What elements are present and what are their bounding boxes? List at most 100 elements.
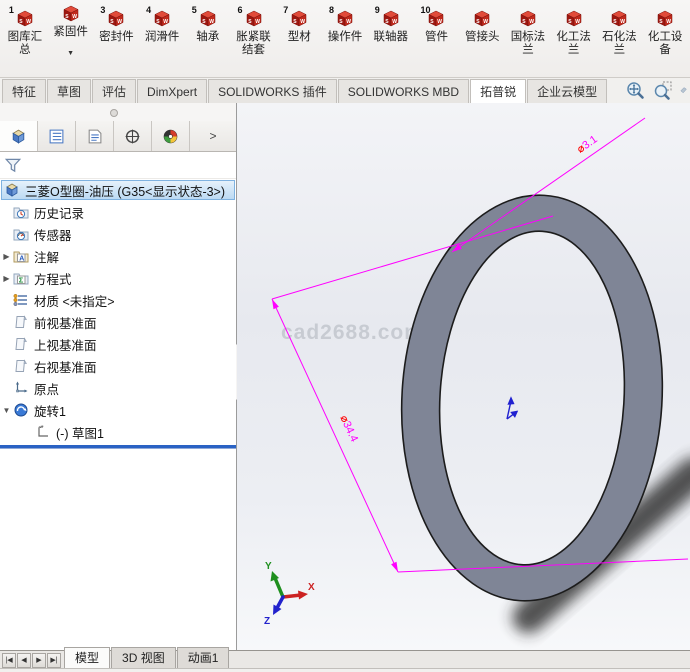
- svg-text:W: W: [26, 19, 31, 25]
- tree-item-label: 历史记录: [34, 203, 84, 222]
- swcube-icon: SW: [656, 10, 674, 28]
- swcube-icon: SW: [62, 5, 80, 23]
- toolbar-item[interactable]: SW 国标法兰: [505, 3, 551, 57]
- nav-button[interactable]: ▶|: [47, 653, 61, 668]
- filter-funnel-icon[interactable]: [4, 156, 22, 174]
- svg-text:W: W: [209, 19, 214, 25]
- nav-button[interactable]: |◀: [2, 653, 16, 668]
- rollback-bar[interactable]: [0, 445, 236, 448]
- plane-icon: [13, 336, 30, 352]
- toolbar-item-label: 国标法兰: [511, 31, 546, 57]
- ribbon-tab[interactable]: SOLIDWORKS 插件: [208, 79, 337, 103]
- svg-text:W: W: [529, 19, 534, 25]
- tree-item[interactable]: 前视基准面: [0, 311, 236, 333]
- graphics-viewport[interactable]: cad2688.com ⌀3.1 ⌀34.4: [237, 103, 690, 650]
- ribbon-tab[interactable]: 企业云模型: [527, 79, 607, 103]
- keytip-number: 3: [100, 5, 105, 15]
- tab-featuremanager[interactable]: [0, 121, 38, 151]
- expand-arrow-icon[interactable]: ▶: [0, 252, 13, 261]
- tree-item[interactable]: 上视基准面: [0, 333, 236, 355]
- toolbar-item[interactable]: SW 管接头: [459, 3, 505, 44]
- dim-arrow: [272, 299, 279, 309]
- tree-item[interactable]: ▼ 旋转1: [0, 399, 236, 421]
- svg-text:W: W: [118, 19, 123, 25]
- toolbar-item-label: 轴承: [196, 31, 219, 44]
- list-icon: [48, 128, 65, 145]
- svg-text:W: W: [72, 14, 77, 20]
- sketch-origin-icon: [507, 398, 517, 419]
- swcube-icon: 3 SW: [107, 10, 125, 28]
- triad-x-label: X: [308, 582, 315, 593]
- toolbar-item[interactable]: 4 SW 润滑件: [139, 3, 185, 44]
- target-icon: [124, 128, 141, 145]
- dimension-large[interactable]: ⌀34.4: [337, 413, 360, 443]
- bottom-tab[interactable]: 3D 视图: [111, 647, 176, 668]
- origin-icon: [13, 380, 30, 396]
- toolbar-item[interactable]: 1 SW 图库汇总: [2, 3, 48, 57]
- tree-item-label: 前视基准面: [34, 313, 97, 332]
- toolbar-item-label: 密封件: [99, 31, 134, 44]
- toolbar-item-label: 胀紧联结套: [236, 31, 271, 57]
- tree-item[interactable]: 材质 <未指定>: [0, 289, 236, 311]
- history-icon: [13, 204, 30, 220]
- toolbar-item[interactable]: 10 SW 管件: [414, 3, 460, 44]
- toolbar-item-label: 操作件: [328, 31, 363, 44]
- dropdown-caret-icon[interactable]: ▼: [67, 50, 74, 57]
- svg-text:A: A: [19, 255, 24, 262]
- sensors-icon: [13, 226, 30, 242]
- tree-root-item[interactable]: 三菱O型圈-油压 (G35<显示状态-3>): [1, 180, 235, 200]
- toolbar-item[interactable]: SW 化工法兰: [551, 3, 597, 57]
- tree-item-label: (-) 草图1: [56, 423, 104, 442]
- toolbar-item[interactable]: 3 SW 密封件: [93, 3, 139, 44]
- swcube-icon: SW: [473, 10, 491, 28]
- toolbar-item[interactable]: SW 化工设备: [642, 3, 688, 57]
- nav-button[interactable]: ▶: [32, 653, 46, 668]
- annotations-icon: A: [13, 248, 30, 264]
- tree-item[interactable]: 右视基准面: [0, 355, 236, 377]
- tree-item[interactable]: ▶ Σ 方程式: [0, 267, 236, 289]
- toolbar-item[interactable]: SW 紧固件 ▼: [48, 3, 94, 57]
- ribbon-tab[interactable]: 草图: [47, 79, 91, 103]
- tree-item[interactable]: 传感器: [0, 223, 236, 245]
- tree-item-label: 材质 <未指定>: [34, 291, 115, 310]
- expand-arrow-icon[interactable]: ▼: [0, 406, 13, 415]
- tree-item[interactable]: 原点: [0, 377, 236, 399]
- toolbar-item[interactable]: 5 SW 轴承: [185, 3, 231, 44]
- triad-y-label: Y: [265, 561, 272, 572]
- toolbar-item[interactable]: SW 石化法兰: [597, 3, 643, 57]
- nav-button[interactable]: ◀: [17, 653, 31, 668]
- view-tools: [626, 81, 688, 101]
- ribbon-tab[interactable]: 特征: [2, 79, 46, 103]
- svg-text:W: W: [163, 19, 168, 25]
- bottom-tab[interactable]: 模型: [64, 647, 110, 668]
- expand-arrow-icon[interactable]: ▶: [0, 274, 13, 283]
- ribbon-tab[interactable]: 评估: [92, 79, 136, 103]
- svg-text:W: W: [300, 19, 305, 25]
- tree-item-label: 旋转1: [34, 401, 66, 420]
- material-icon: [13, 292, 30, 308]
- zoom-fit-icon[interactable]: [626, 81, 646, 101]
- tree-filter-row: [0, 152, 236, 179]
- zoom-area-icon[interactable]: [653, 81, 673, 101]
- toolbar-item[interactable]: 7 SW 型材: [276, 3, 322, 44]
- panel-expand-chevron[interactable]: >: [190, 121, 236, 151]
- panel-collapse-handle[interactable]: [110, 109, 118, 117]
- toolbar-item-label: 型材: [288, 31, 311, 44]
- tab-displaymanager[interactable]: [152, 121, 190, 151]
- tree-item[interactable]: * (-) 草图1: [0, 421, 236, 443]
- tree-item[interactable]: ▶ A 注解: [0, 245, 236, 267]
- sheet-nav-buttons: |◀ ◀ ▶ ▶|: [2, 653, 61, 668]
- toolbar-item[interactable]: 6 SW 胀紧联结套: [231, 3, 277, 57]
- tab-dimxpertmanager[interactable]: [114, 121, 152, 151]
- ribbon-tab[interactable]: 拓普锐: [470, 79, 526, 103]
- ribbon-tab[interactable]: DimXpert: [137, 79, 207, 103]
- ribbon-tab[interactable]: SOLIDWORKS MBD: [338, 79, 469, 103]
- tab-configurationmanager[interactable]: [76, 121, 114, 151]
- toolbar-item[interactable]: 9 SW 联轴器: [368, 3, 414, 44]
- toolbar-item[interactable]: 8 SW 操作件: [322, 3, 368, 44]
- sketch-icon: *: [35, 424, 52, 440]
- tree-item[interactable]: 历史记录: [0, 201, 236, 223]
- bottom-tab[interactable]: 动画1: [177, 647, 230, 668]
- view-settings-icon[interactable]: [680, 81, 688, 101]
- tab-propertymanager[interactable]: [38, 121, 76, 151]
